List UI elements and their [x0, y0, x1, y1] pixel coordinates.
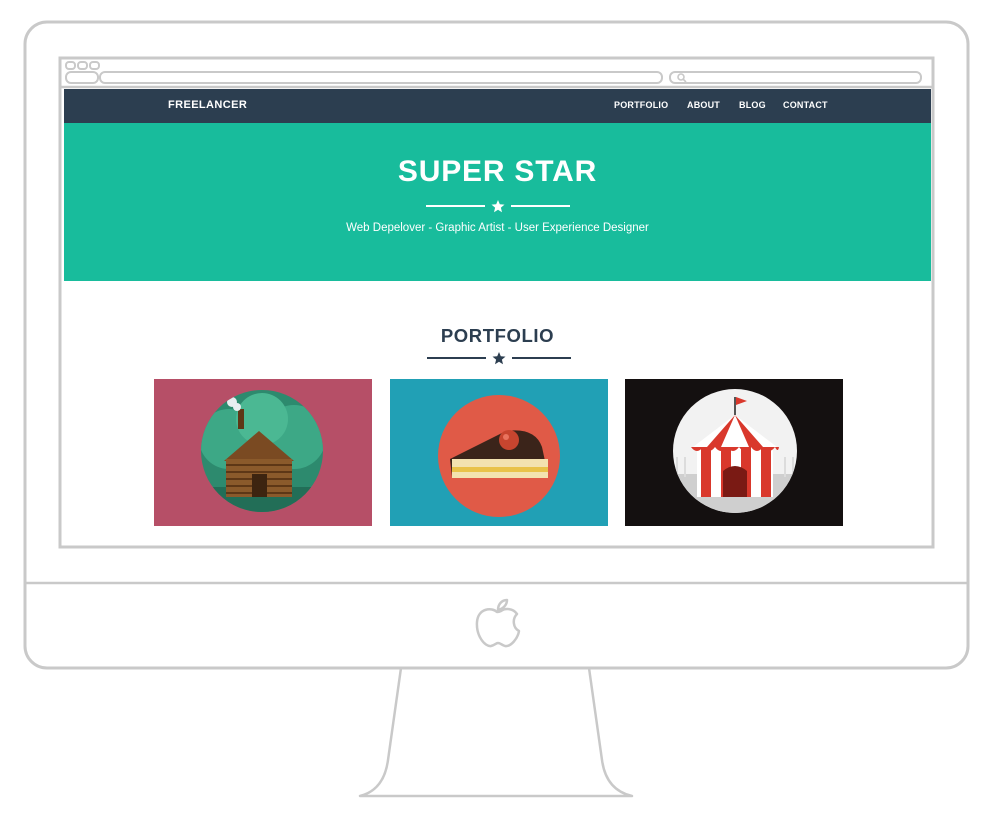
nav-link-portfolio[interactable]: PORTFOLIO	[614, 100, 668, 110]
cake-slice-icon	[438, 395, 560, 517]
navbar: FREELANCER PORTFOLIO ABOUT BLOG CONTACT	[64, 89, 931, 123]
nav-link-contact[interactable]: CONTACT	[783, 100, 828, 110]
window-controls[interactable]	[65, 61, 100, 84]
monitor-stand	[358, 667, 634, 798]
portfolio-item-cabin[interactable]	[154, 379, 372, 526]
hero-star-divider	[426, 200, 570, 213]
star-icon	[492, 352, 506, 365]
star-icon	[491, 200, 505, 213]
circus-tent-icon	[673, 389, 797, 513]
brand-logo[interactable]: FREELANCER	[168, 99, 247, 111]
portfolio-star-divider	[427, 352, 571, 365]
hero-subtitle: Web Depelover - Graphic Artist - User Ex…	[346, 222, 649, 234]
website-viewport: FREELANCER PORTFOLIO ABOUT BLOG CONTACT …	[64, 89, 931, 545]
log-cabin-icon	[201, 390, 323, 512]
address-bar[interactable]	[99, 71, 663, 84]
hero-title: SUPER STAR	[397, 155, 598, 188]
nav-link-blog[interactable]: BLOG	[739, 100, 766, 110]
browser-search-bar[interactable]	[669, 71, 922, 84]
portfolio-item-circus[interactable]	[625, 379, 843, 526]
portfolio-item-cake[interactable]	[390, 379, 608, 526]
portfolio-heading: PORTFOLIO	[440, 325, 555, 346]
hero-section: SUPER STAR Web Depelover - Graphic Artis…	[64, 123, 931, 281]
nav-link-about[interactable]: ABOUT	[687, 100, 720, 110]
